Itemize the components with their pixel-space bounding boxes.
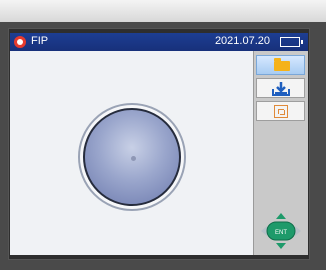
fiber-core	[131, 156, 136, 161]
frame-icon	[274, 105, 288, 118]
side-toolbar: ENT	[253, 51, 308, 255]
date-display: 2021.07.20	[214, 35, 270, 47]
battery-icon	[280, 37, 303, 47]
save-button[interactable]	[256, 78, 305, 98]
dpad-icon[interactable]: ENT	[259, 211, 303, 251]
enter-key-label: ENT	[275, 230, 287, 236]
fiber-end-face	[83, 108, 181, 206]
fiber-cladding	[78, 103, 186, 211]
save-icon	[272, 82, 290, 96]
folder-icon	[274, 58, 290, 71]
fiber-view	[10, 51, 253, 255]
capture-frame-button[interactable]	[256, 101, 305, 121]
device-screen: FIP 2021.07.20 ENT	[10, 33, 308, 255]
title-bar: FIP 2021.07.20	[10, 33, 308, 51]
open-folder-button[interactable]	[256, 55, 305, 75]
app-record-icon	[14, 36, 26, 48]
app-title: FIP	[31, 35, 49, 47]
top-strip	[0, 0, 326, 22]
